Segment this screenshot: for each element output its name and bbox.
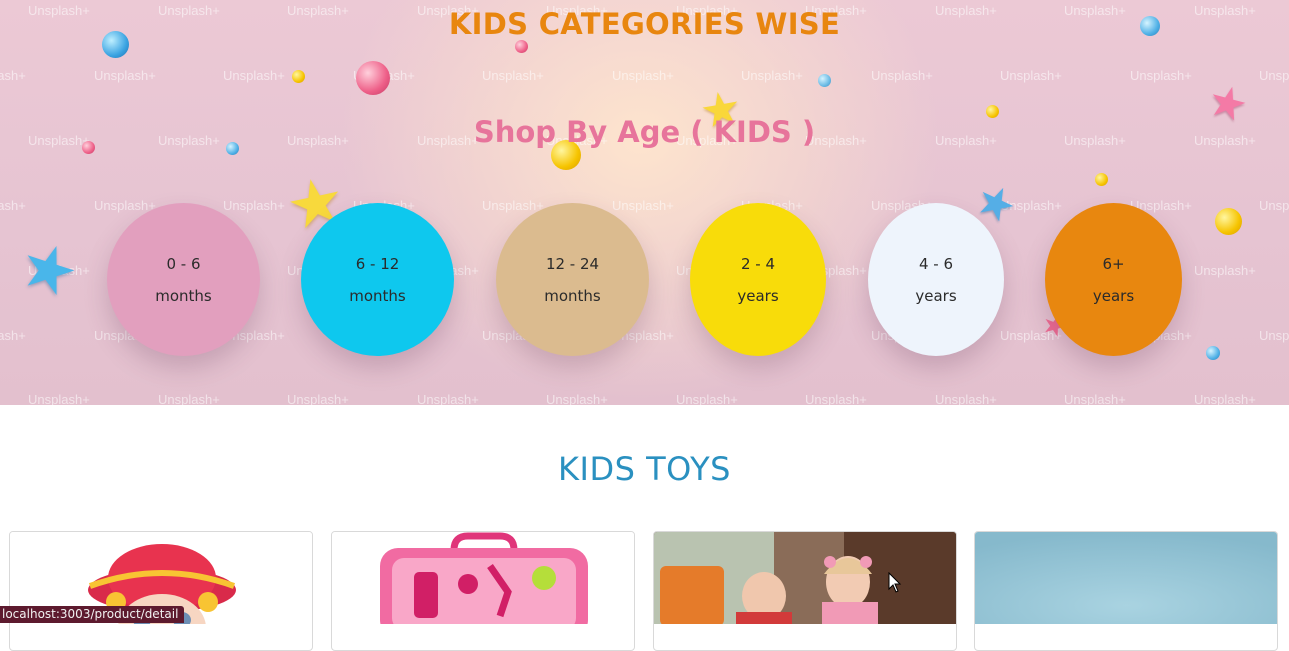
- unsplash-watermark: Unsplash+: [1130, 68, 1192, 83]
- unsplash-watermark: Unsplash+: [28, 392, 90, 405]
- unsplash-watermark: Unsplash+: [612, 198, 674, 213]
- unsplash-watermark: Unsplash+: [1194, 263, 1256, 278]
- pink-ball-decoration: [356, 61, 390, 95]
- unsplash-watermark: Unsplash+: [676, 392, 738, 405]
- unsplash-watermark: Unsplash+: [935, 392, 997, 405]
- unsplash-watermark: Unsplash+: [94, 198, 156, 213]
- blue-ball-decoration: [1206, 346, 1220, 360]
- unsplash-watermark: Unsplash+: [1194, 392, 1256, 405]
- product-card[interactable]: [653, 531, 957, 651]
- shop-by-age-heading: Shop By Age ( KIDS ): [473, 115, 816, 149]
- toy-product-image: [975, 532, 1277, 624]
- unsplash-watermark: Unsplash+: [158, 392, 220, 405]
- yellow-ball-decoration: [292, 70, 305, 83]
- unsplash-watermark: Unsplash+: [417, 392, 479, 405]
- unsplash-watermark: Unsplash+: [223, 68, 285, 83]
- age-circle-2-4-years[interactable]: 2 - 4 years: [690, 203, 826, 356]
- unsplash-watermark: Unsplash+: [1259, 198, 1289, 213]
- age-unit-label: years: [737, 286, 779, 305]
- unsplash-watermark: Unsplash+: [287, 392, 349, 405]
- blue-ball-decoration: [818, 74, 831, 87]
- unsplash-watermark: Unsplash+: [1064, 392, 1126, 405]
- unsplash-watermark: Unsplash+: [0, 68, 26, 83]
- unsplash-watermark: Unsplash+: [546, 392, 608, 405]
- age-circle-0-6-months[interactable]: 0 - 6 months: [107, 203, 260, 356]
- page-title: KIDS CATEGORIES WISE: [448, 7, 841, 41]
- age-range-label: 2 - 4: [740, 254, 776, 273]
- age-circle-6-plus-years[interactable]: 6+ years: [1045, 203, 1182, 356]
- age-circle-12-24-months[interactable]: 12 - 24 months: [496, 203, 649, 356]
- doctor-set-product-image: [332, 532, 634, 638]
- age-range-label: 12 - 24: [545, 254, 600, 273]
- age-range-label: 4 - 6: [918, 254, 954, 273]
- unsplash-watermark: Unsplash+: [871, 68, 933, 83]
- unsplash-watermark: Unsplash+: [1259, 328, 1289, 343]
- hero-banner: Unsplash+ Unsplash+ Unsplash+ Unsplash+ Unsp…: [0, 0, 1289, 405]
- unsplash-watermark: Unsplash+: [0, 198, 26, 213]
- pink-ball-decoration: [515, 40, 528, 53]
- link-status-bar: localhost:3003/product/detail: [0, 606, 185, 623]
- kids-toys-heading: KIDS TOYS: [558, 450, 731, 488]
- unsplash-watermark: Unsplash+: [1000, 68, 1062, 83]
- age-unit-label: months: [155, 286, 212, 305]
- unsplash-watermark: Unsplash+: [223, 198, 285, 213]
- age-unit-label: years: [1092, 286, 1135, 305]
- product-card[interactable]: [974, 531, 1278, 651]
- age-unit-label: months: [544, 286, 601, 305]
- age-range-label: 6 - 12: [355, 254, 400, 273]
- yellow-ball-decoration: [1215, 208, 1242, 235]
- unsplash-watermark: Unsplash+: [1259, 68, 1289, 83]
- age-circle-4-6-years[interactable]: 4 - 6 years: [868, 203, 1004, 356]
- age-unit-label: years: [915, 286, 957, 305]
- children-product-image: [654, 532, 956, 628]
- unsplash-watermark: Unsplash+: [482, 68, 544, 83]
- unsplash-watermark: Unsplash+: [94, 68, 156, 83]
- unsplash-watermark: Unsplash+: [741, 68, 803, 83]
- product-card[interactable]: [9, 531, 313, 651]
- product-card[interactable]: [331, 531, 635, 651]
- mouse-cursor-icon: [888, 572, 902, 593]
- yellow-ball-decoration: [1095, 173, 1108, 186]
- age-range-label: 6+: [1102, 254, 1125, 273]
- unsplash-watermark: Unsplash+: [0, 328, 26, 343]
- age-circle-6-12-months[interactable]: 6 - 12 months: [301, 203, 454, 356]
- unsplash-watermark: Unsplash+: [482, 198, 544, 213]
- unsplash-watermark: Unsplash+: [612, 68, 674, 83]
- star-icon: ★: [9, 225, 88, 315]
- age-unit-label: months: [349, 286, 406, 305]
- unsplash-watermark: Unsplash+: [805, 392, 867, 405]
- age-range-label: 0 - 6: [166, 254, 201, 273]
